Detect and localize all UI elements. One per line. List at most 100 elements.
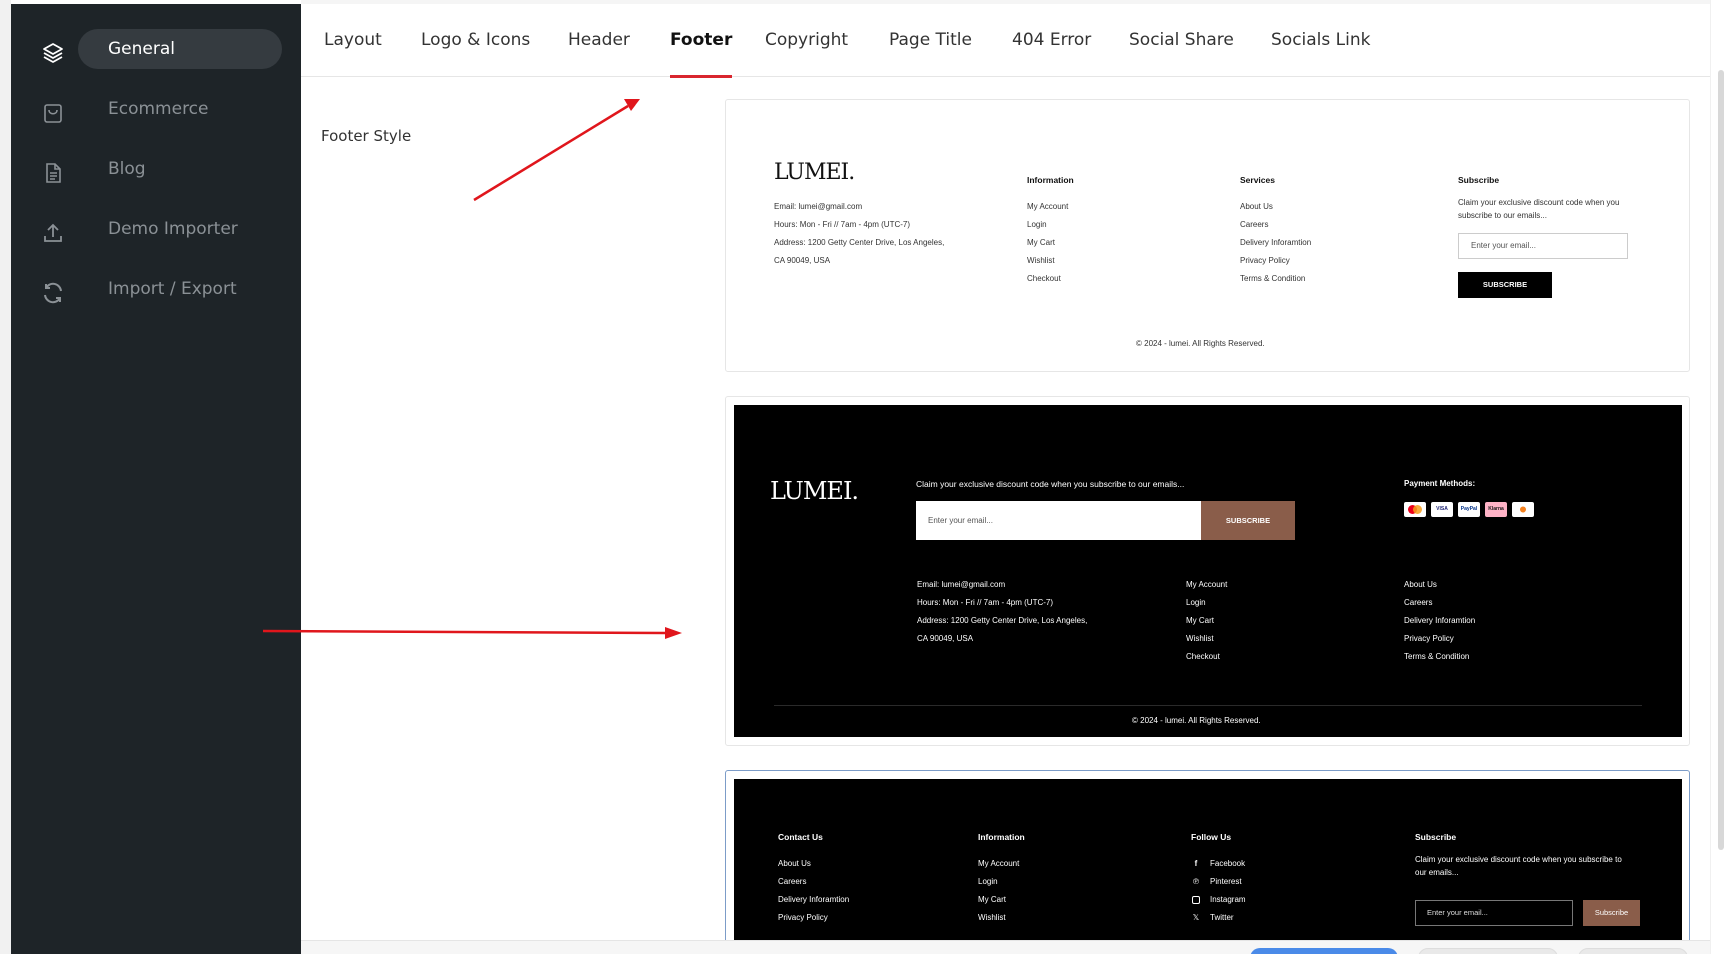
footer-link: Privacy Policy	[1240, 256, 1290, 265]
x-twitter-icon: 𝕏	[1192, 913, 1200, 922]
instagram-icon	[1192, 896, 1200, 904]
window-left-edge	[0, 0, 11, 954]
klarna-icon: Klarna	[1485, 502, 1507, 517]
footer-subscribe-title: Subscribe	[1458, 175, 1500, 185]
footer-link: Careers	[778, 877, 807, 886]
footer-subscribe-text: subscribe to our emails...	[1458, 211, 1547, 220]
tab-footer[interactable]: Footer	[670, 4, 733, 78]
footer-link: Delivery Inforamtion	[1404, 616, 1476, 625]
footer-style-option-2[interactable]: LUMEI. Claim your exclusive discount cod…	[725, 396, 1690, 746]
footer-link: Privacy Policy	[778, 913, 828, 922]
sidebar: General Ecommerce Blog Demo Importer Imp…	[11, 4, 301, 954]
refresh-icon	[40, 280, 66, 306]
footer-subscribe-text: Claim your exclusive discount code when …	[1458, 198, 1620, 207]
footer-social-link: Instagram	[1210, 895, 1246, 904]
footer-email-input: Enter your email...	[916, 501, 1201, 540]
payment-methods-title: Payment Methods:	[1404, 479, 1476, 488]
footer-link: Checkout	[1027, 274, 1061, 283]
footer-link: Wishlist	[1186, 634, 1214, 643]
tab-404-error[interactable]: 404 Error	[1012, 4, 1091, 77]
footer-social-link: Twitter	[1210, 913, 1234, 922]
footer-social-link: Facebook	[1210, 859, 1246, 868]
footer-information-title: Information	[978, 832, 1025, 842]
mastercard-icon	[1404, 502, 1426, 517]
sidebar-item-label: General	[108, 39, 175, 59]
footer-link: Wishlist	[1027, 256, 1055, 265]
footer-link: About Us	[1404, 580, 1437, 589]
save-button[interactable]	[1250, 948, 1398, 954]
shopping-bag-icon	[40, 100, 66, 126]
footer-subscribe-button: SUBSCRIBE	[1458, 272, 1552, 298]
footer-contact-line: Address: 1200 Getty Center Drive, Los An…	[774, 238, 945, 247]
footer-contact-line: Hours: Mon - Fri // 7am - 4pm (UTC-7)	[917, 598, 1054, 607]
footer-claim-text: Claim your exclusive discount code when …	[916, 479, 1185, 489]
tab-header[interactable]: Header	[568, 4, 630, 77]
footer-email-input: Enter your email...	[1415, 900, 1573, 926]
footer-copyright: © 2024 - lumei. All Rights Reserved.	[1132, 716, 1261, 725]
footer-link: Privacy Policy	[1404, 634, 1454, 643]
footer-dark-background: LUMEI. Claim your exclusive discount cod…	[734, 405, 1682, 737]
tab-copyright[interactable]: Copyright	[765, 4, 848, 77]
footer-logo: LUMEI.	[770, 477, 859, 505]
tab-page-title[interactable]: Page Title	[889, 4, 972, 77]
footer-link: Login	[978, 877, 998, 886]
layers-icon	[40, 40, 66, 66]
tab-bar: Layout Logo & Icons Header Footer Copyri…	[301, 4, 1710, 78]
footer-link: Login	[1186, 598, 1206, 607]
sidebar-item-ecommerce[interactable]: Ecommerce	[78, 89, 282, 129]
footer-dark-background: Contact Us About Us Careers Delivery Inf…	[734, 779, 1682, 953]
footer-contact-line: Address: 1200 Getty Center Drive, Los An…	[917, 616, 1088, 625]
facebook-icon: f	[1194, 859, 1198, 868]
tab-layout[interactable]: Layout	[324, 4, 382, 77]
sidebar-item-import-export[interactable]: Import / Export	[78, 269, 282, 309]
footer-contact-title: Contact Us	[778, 832, 823, 842]
scrollbar-thumb[interactable]	[1718, 70, 1724, 850]
footer-contact-line: CA 90049, USA	[774, 256, 831, 265]
visa-icon: VISA	[1431, 502, 1453, 517]
tab-social-share[interactable]: Social Share	[1129, 4, 1234, 77]
footer-copyright: © 2024 - lumei. All Rights Reserved.	[1136, 339, 1265, 348]
footer-contact-line: Hours: Mon - Fri // 7am - 4pm (UTC-7)	[774, 220, 911, 229]
upload-icon	[40, 220, 66, 246]
footer-link: My Cart	[978, 895, 1006, 904]
footer-style-option-1[interactable]: LUMEI. Email: lumei@gmail.com Hours: Mon…	[725, 99, 1690, 372]
footer-information-title: Information	[1027, 175, 1074, 185]
sidebar-item-label: Blog	[108, 159, 146, 179]
footer-link: Delivery Inforamtion	[1240, 238, 1312, 247]
footer-link: My Cart	[1186, 616, 1214, 625]
footer-link: My Account	[978, 859, 1020, 868]
tab-socials-link[interactable]: Socials Link	[1271, 4, 1370, 77]
footer-link: Terms & Condition	[1404, 652, 1470, 661]
footer-subscribe-button: SUBSCRIBE	[1201, 501, 1295, 540]
footer-subscribe-title: Subscribe	[1415, 832, 1457, 842]
footer-style-option-3[interactable]: Contact Us About Us Careers Delivery Inf…	[725, 770, 1690, 954]
footer-link: My Cart	[1027, 238, 1055, 247]
footer-subscribe-button: Subscribe	[1583, 900, 1640, 926]
sidebar-item-label: Import / Export	[108, 279, 237, 299]
footer-link: Terms & Condition	[1240, 274, 1306, 283]
footer-email-input: Enter your email...	[1458, 233, 1628, 259]
footer-follow-title: Follow Us	[1191, 832, 1232, 842]
footer-contact-line: Email: lumei@gmail.com	[774, 202, 863, 211]
sidebar-item-demo-importer[interactable]: Demo Importer	[78, 209, 282, 249]
sidebar-item-general[interactable]: General	[78, 29, 282, 69]
footer-logo: LUMEI.	[774, 160, 855, 185]
sidebar-item-label: Demo Importer	[108, 219, 238, 239]
sidebar-item-blog[interactable]: Blog	[78, 149, 282, 189]
footer-divider	[774, 705, 1642, 706]
footer-link: Wishlist	[978, 913, 1006, 922]
footer-link: Login	[1027, 220, 1047, 229]
footer-link: Checkout	[1186, 652, 1220, 661]
reset-button[interactable]	[1418, 948, 1558, 954]
footer-link: About Us	[778, 859, 811, 868]
footer-services-title: Services	[1240, 175, 1275, 185]
sidebar-item-label: Ecommerce	[108, 99, 209, 119]
footer-link: Delivery Inforamtion	[778, 895, 850, 904]
reset-all-button[interactable]	[1578, 948, 1688, 954]
pinterest-icon: ℗	[1193, 877, 1199, 886]
paypal-icon: PayPal	[1458, 502, 1480, 517]
footer-subscribe-text: our emails...	[1415, 868, 1459, 877]
footer-style-label: Footer Style	[321, 127, 412, 145]
footer-social-link: Pinterest	[1210, 877, 1242, 886]
tab-logo-icons[interactable]: Logo & Icons	[421, 4, 530, 77]
